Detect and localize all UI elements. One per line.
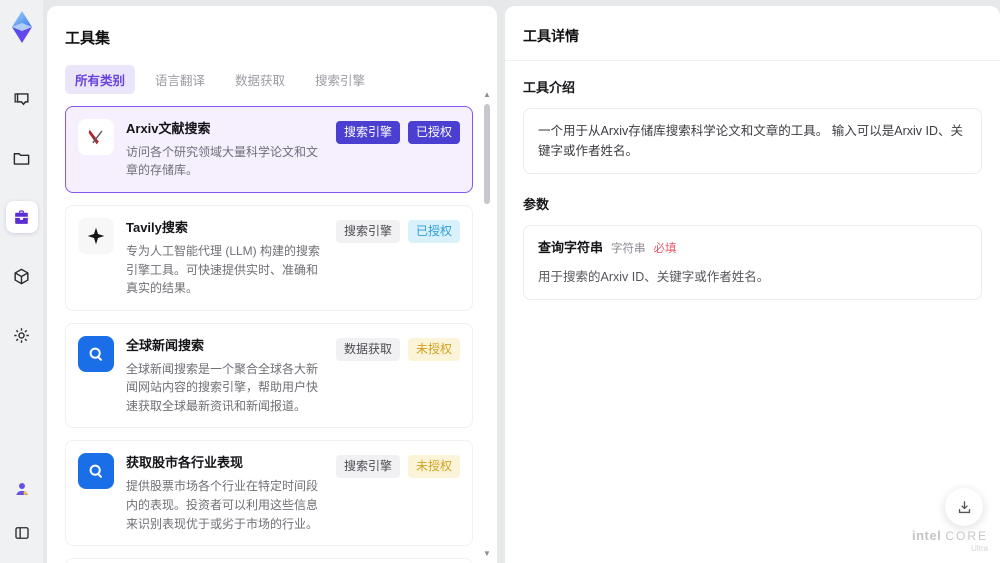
arxiv-x-icon [78, 119, 114, 155]
tool-list: Arxiv文献搜索 访问各个研究领域大量科学论文和文章的存储库。 搜索引擎 已授… [47, 104, 497, 563]
intro-text: 一个用于从Arxiv存储库搜索科学论文和文章的工具。 输入可以是Arxiv ID… [523, 108, 982, 174]
app-sidebar [0, 0, 43, 563]
status-badge: 未授权 [407, 455, 460, 479]
tool-name: Arxiv文献搜索 [126, 121, 211, 136]
tool-description: 专为人工智能代理 (LLM) 构建的搜索引擎工具。可快速提供实时、准确和真实的结… [126, 243, 321, 296]
scroll-up-icon[interactable]: ▲ [482, 90, 492, 100]
brand-intel: intel [911, 528, 942, 543]
app-logo[interactable] [6, 9, 38, 45]
intro-heading: 工具介绍 [523, 80, 576, 95]
gear-icon[interactable] [6, 319, 38, 351]
panel-toggle-icon[interactable] [6, 517, 38, 549]
chat-icon[interactable] [6, 83, 38, 115]
tool-name: Tavily搜索 [126, 220, 188, 236]
param-description: 用于搜索的Arxiv ID、关键字或作者姓名。 [538, 269, 770, 284]
brand-ultra: Ultra [971, 544, 988, 553]
user-icon[interactable] [6, 473, 38, 505]
category-badge: 搜索引擎 [335, 455, 400, 479]
list-scrollbar[interactable]: ▲ ▼ [482, 90, 492, 559]
page-title: 工具集 [65, 30, 111, 47]
tab-language-translation[interactable]: 语言翻译 [145, 65, 215, 94]
category-badge: 搜索引擎 [335, 121, 400, 144]
tool-description: 提供股票市场各个行业在特定时间段内的表现。投资者可以利用这些信息来识别表现优于或… [126, 479, 319, 531]
stock-app-icon [78, 453, 114, 490]
category-badge: 搜索引擎 [335, 220, 400, 243]
tool-description: 全球新闻搜索是一个聚合全球各大新闻网站内容的搜索引擎，帮助用户快速获取全球最新资… [126, 361, 319, 413]
status-badge: 已授权 [407, 121, 460, 144]
status-badge: 已授权 [407, 220, 460, 243]
params-heading: 参数 [523, 197, 550, 212]
param-name: 查询字符串 [538, 240, 604, 255]
param-card: 查询字符串 字符串 必填 用于搜索的Arxiv ID、关键字或作者姓名。 [523, 225, 982, 300]
param-type: 字符串 [611, 243, 646, 255]
tool-description: 访问各个研究领域大量科学论文和文章的存储库。 [126, 144, 319, 178]
download-icon [958, 500, 970, 513]
tool-name: 全球新闻搜索 [126, 337, 205, 353]
tool-list-panel: 工具集 所有类别 语言翻译 数据获取 搜索引擎 Arxiv文献搜索 访问各个研究… [47, 6, 497, 563]
download-button[interactable] [945, 488, 983, 526]
toolbox-icon[interactable] [5, 201, 38, 233]
tool-card-tavily[interactable]: Tavily搜索 专为人工智能代理 (LLM) 构建的搜索引擎工具。可快速提供实… [65, 205, 473, 311]
param-required-flag: 必填 [653, 243, 677, 255]
tab-data-fetch[interactable]: 数据获取 [225, 65, 295, 94]
news-app-icon [78, 335, 114, 372]
folder-icon[interactable] [6, 142, 38, 174]
category-badge: 数据获取 [335, 337, 400, 361]
cube-icon[interactable] [6, 260, 38, 292]
status-badge: 未授权 [407, 337, 460, 361]
scroll-down-icon[interactable]: ▼ [482, 549, 492, 559]
tool-details-panel: 工具详情 工具介绍 一个用于从Arxiv存储库搜索科学论文和文章的工具。 输入可… [505, 6, 1000, 563]
scrollbar-thumb[interactable] [484, 104, 490, 204]
tool-card-sector-performance[interactable]: 获取股市各行业表现 提供股票市场各个行业在特定时间段内的表现。投资者可以利用这些… [65, 440, 473, 547]
tab-all-categories[interactable]: 所有类别 [65, 65, 136, 94]
tool-card-global-news[interactable]: 全球新闻搜索 全球新闻搜索是一个聚合全球各大新闻网站内容的搜索引擎，帮助用户快速… [65, 322, 473, 429]
tool-card-arxiv[interactable]: Arxiv文献搜索 访问各个研究领域大量科学论文和文章的存储库。 搜索引擎 已授… [65, 106, 473, 194]
tool-card-most-active-stocks[interactable]: 获取市场最活跃股票信息 提供当天交易量最高的股票列表，投资者可以利用这些信息来识… [65, 558, 473, 563]
brand-core: CORE [945, 529, 988, 543]
tab-search-engine[interactable]: 搜索引擎 [305, 65, 375, 94]
four-point-star-icon [78, 218, 114, 255]
category-tabs: 所有类别 语言翻译 数据获取 搜索引擎 [47, 48, 497, 104]
tool-name: 获取股市各行业表现 [126, 455, 244, 471]
details-title: 工具详情 [505, 6, 1000, 61]
intel-core-logo: intel CORE Ultra [912, 528, 988, 553]
